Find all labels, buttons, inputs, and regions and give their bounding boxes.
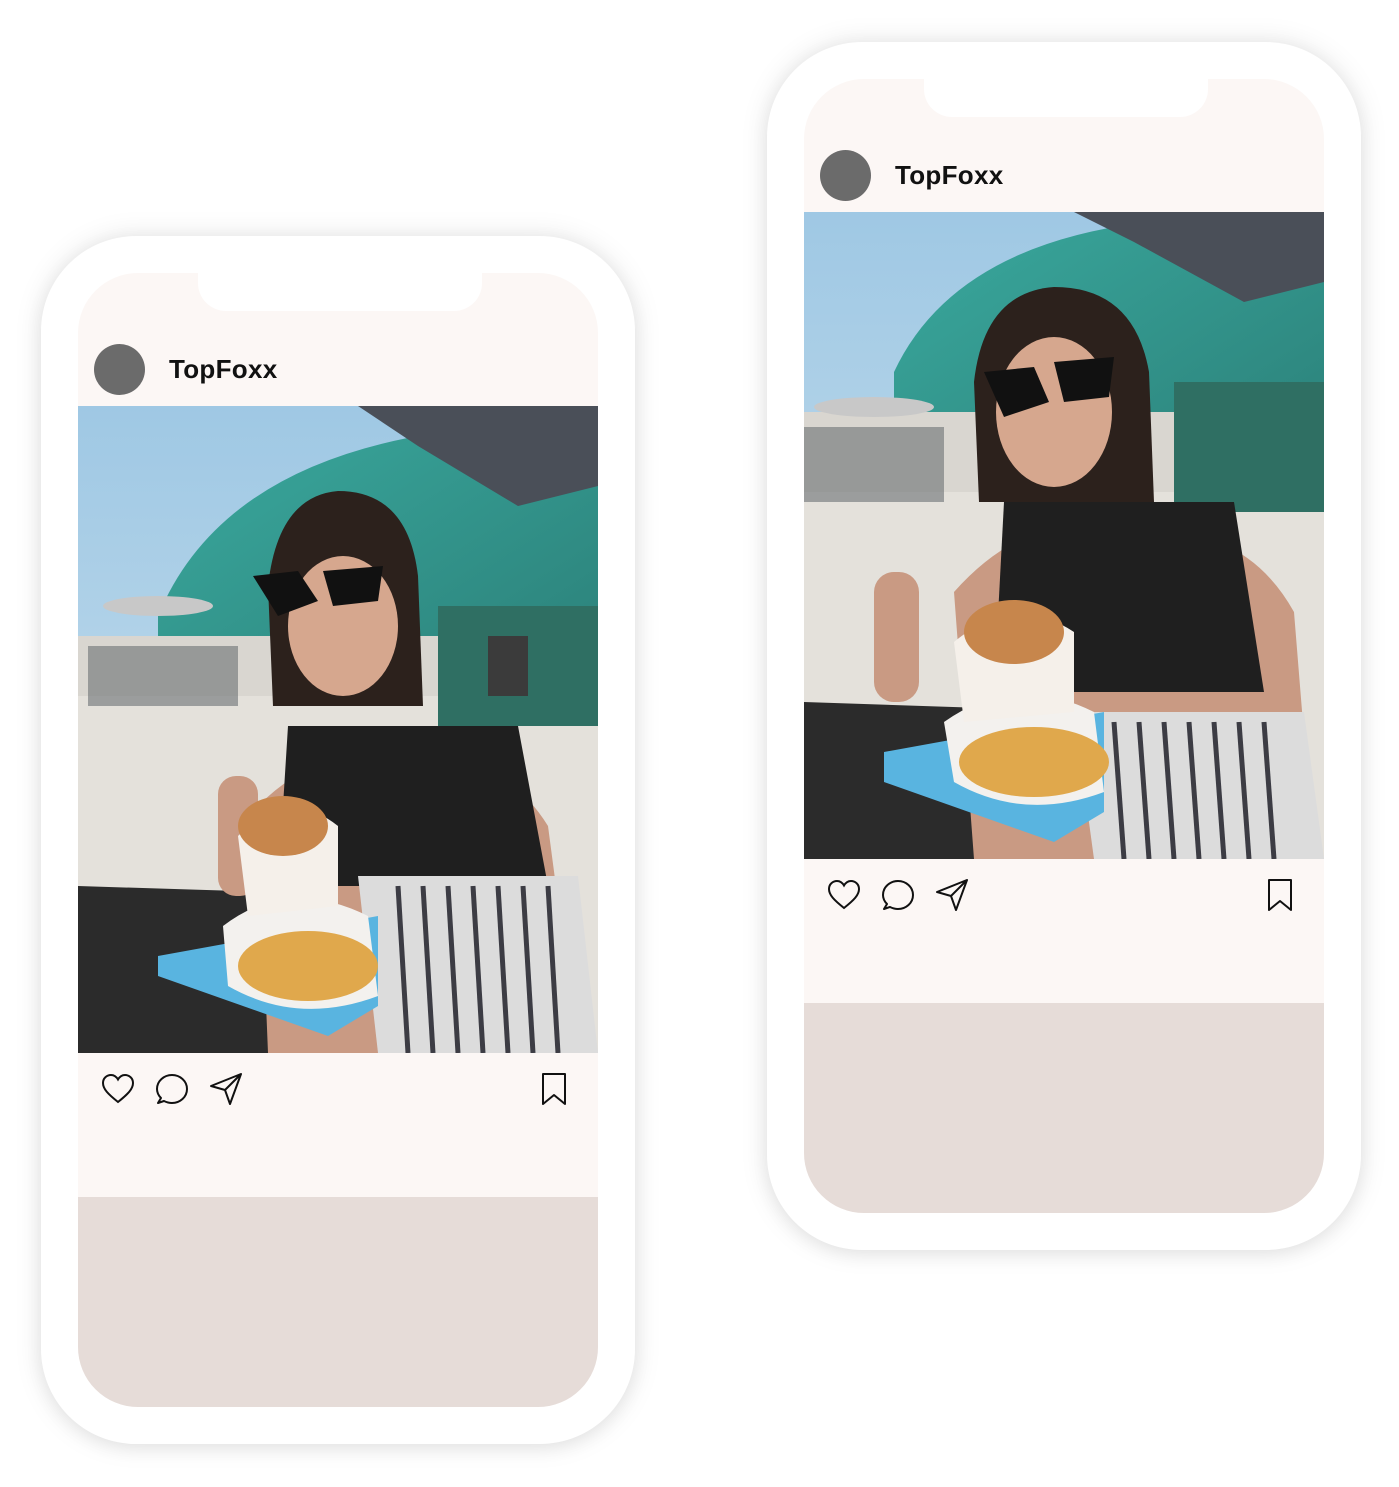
send-icon[interactable] [934, 877, 970, 913]
heart-icon[interactable] [100, 1071, 136, 1107]
post-photo-image [804, 212, 1324, 859]
post-caption-area [78, 1197, 598, 1407]
post-photo[interactable] [804, 212, 1324, 859]
post-header: TopFoxx [78, 333, 598, 406]
post-actions-bar [78, 1053, 598, 1197]
heart-icon[interactable] [826, 877, 862, 913]
phone-screen: TopFoxx [78, 273, 598, 1407]
phone-mockup-right: TopFoxx [767, 42, 1361, 1250]
send-icon[interactable] [208, 1071, 244, 1107]
phone-mockup-left: TopFoxx [41, 236, 635, 1444]
avatar[interactable] [820, 150, 871, 201]
post-actions-bar [804, 859, 1324, 1003]
comment-icon[interactable] [880, 877, 916, 913]
post-caption-area [804, 1003, 1324, 1213]
username[interactable]: TopFoxx [169, 354, 278, 385]
phone-notch [198, 273, 482, 311]
avatar[interactable] [94, 344, 145, 395]
post-photo-image [78, 406, 598, 1053]
bookmark-icon[interactable] [1262, 877, 1298, 913]
username[interactable]: TopFoxx [895, 160, 1004, 191]
bookmark-icon[interactable] [536, 1071, 572, 1107]
phone-notch [924, 79, 1208, 117]
phone-screen: TopFoxx [804, 79, 1324, 1213]
comment-icon[interactable] [154, 1071, 190, 1107]
post-photo[interactable] [78, 406, 598, 1053]
post-header: TopFoxx [804, 139, 1324, 212]
